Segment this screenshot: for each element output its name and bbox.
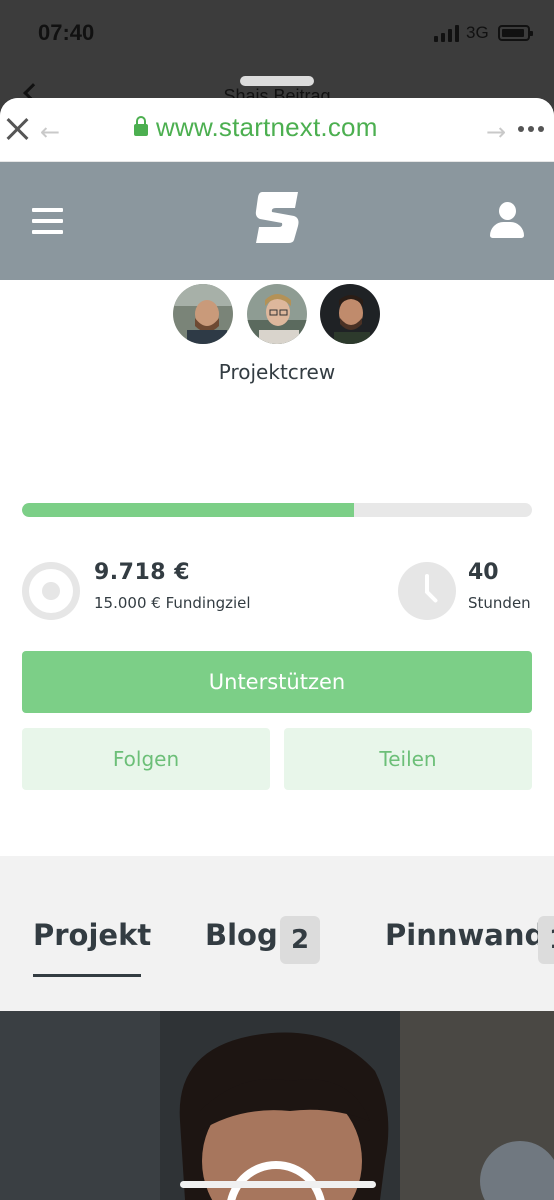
crew-label: Projektcrew <box>218 360 336 384</box>
funding-progress-bar <box>22 503 532 517</box>
funding-goal: 15.000 € Fundingziel <box>94 594 251 612</box>
signal-icon <box>434 24 459 42</box>
share-button[interactable]: Teilen <box>284 728 532 790</box>
remaining-time-label: Stunden <box>468 594 531 612</box>
project-video[interactable] <box>0 1011 554 1200</box>
blog-count-badge: 2 <box>280 916 320 964</box>
tab-projekt[interactable]: Projekt <box>33 918 151 952</box>
url-text[interactable]: www.startnext.com <box>156 112 378 143</box>
network-type: 3G <box>466 23 489 42</box>
tab-bar: Projekt Blog 2 Pinnwand 1 <box>0 856 554 1011</box>
funding-amount: 9.718 € <box>94 560 191 585</box>
home-indicator[interactable] <box>180 1181 376 1188</box>
funding-progress-fill <box>22 503 354 517</box>
tab-pinnwand[interactable]: Pinnwand <box>385 918 545 952</box>
target-icon <box>22 562 80 620</box>
avatar[interactable] <box>173 284 233 344</box>
active-tab-indicator <box>33 974 141 977</box>
sheet-grabber[interactable] <box>240 76 314 86</box>
menu-icon[interactable] <box>32 208 63 241</box>
lock-icon <box>134 116 148 136</box>
status-time: 07:40 <box>38 20 95 45</box>
follow-button[interactable]: Folgen <box>22 728 270 790</box>
user-icon[interactable] <box>490 202 524 240</box>
clock-icon <box>398 562 456 620</box>
battery-icon <box>498 25 533 41</box>
status-bar: 07:40 3G <box>0 0 554 70</box>
avatar[interactable] <box>247 284 307 344</box>
site-header <box>0 162 554 280</box>
back-arrow-icon[interactable]: ← <box>40 118 60 146</box>
remaining-time-value: 40 <box>468 560 499 585</box>
tab-blog[interactable]: Blog <box>205 918 278 952</box>
browser-sheet: ← www.startnext.com → Projektcrew 9.718 … <box>0 98 554 1200</box>
avatar[interactable] <box>320 284 380 344</box>
startnext-logo[interactable] <box>254 190 300 244</box>
forward-arrow-icon[interactable]: → <box>486 118 506 146</box>
more-options-icon[interactable] <box>518 126 544 132</box>
url-bar: ← www.startnext.com → <box>0 98 554 162</box>
pinnwand-count-badge: 1 <box>538 916 554 964</box>
close-icon[interactable] <box>6 116 30 140</box>
support-button[interactable]: Unterstützen <box>22 651 532 713</box>
